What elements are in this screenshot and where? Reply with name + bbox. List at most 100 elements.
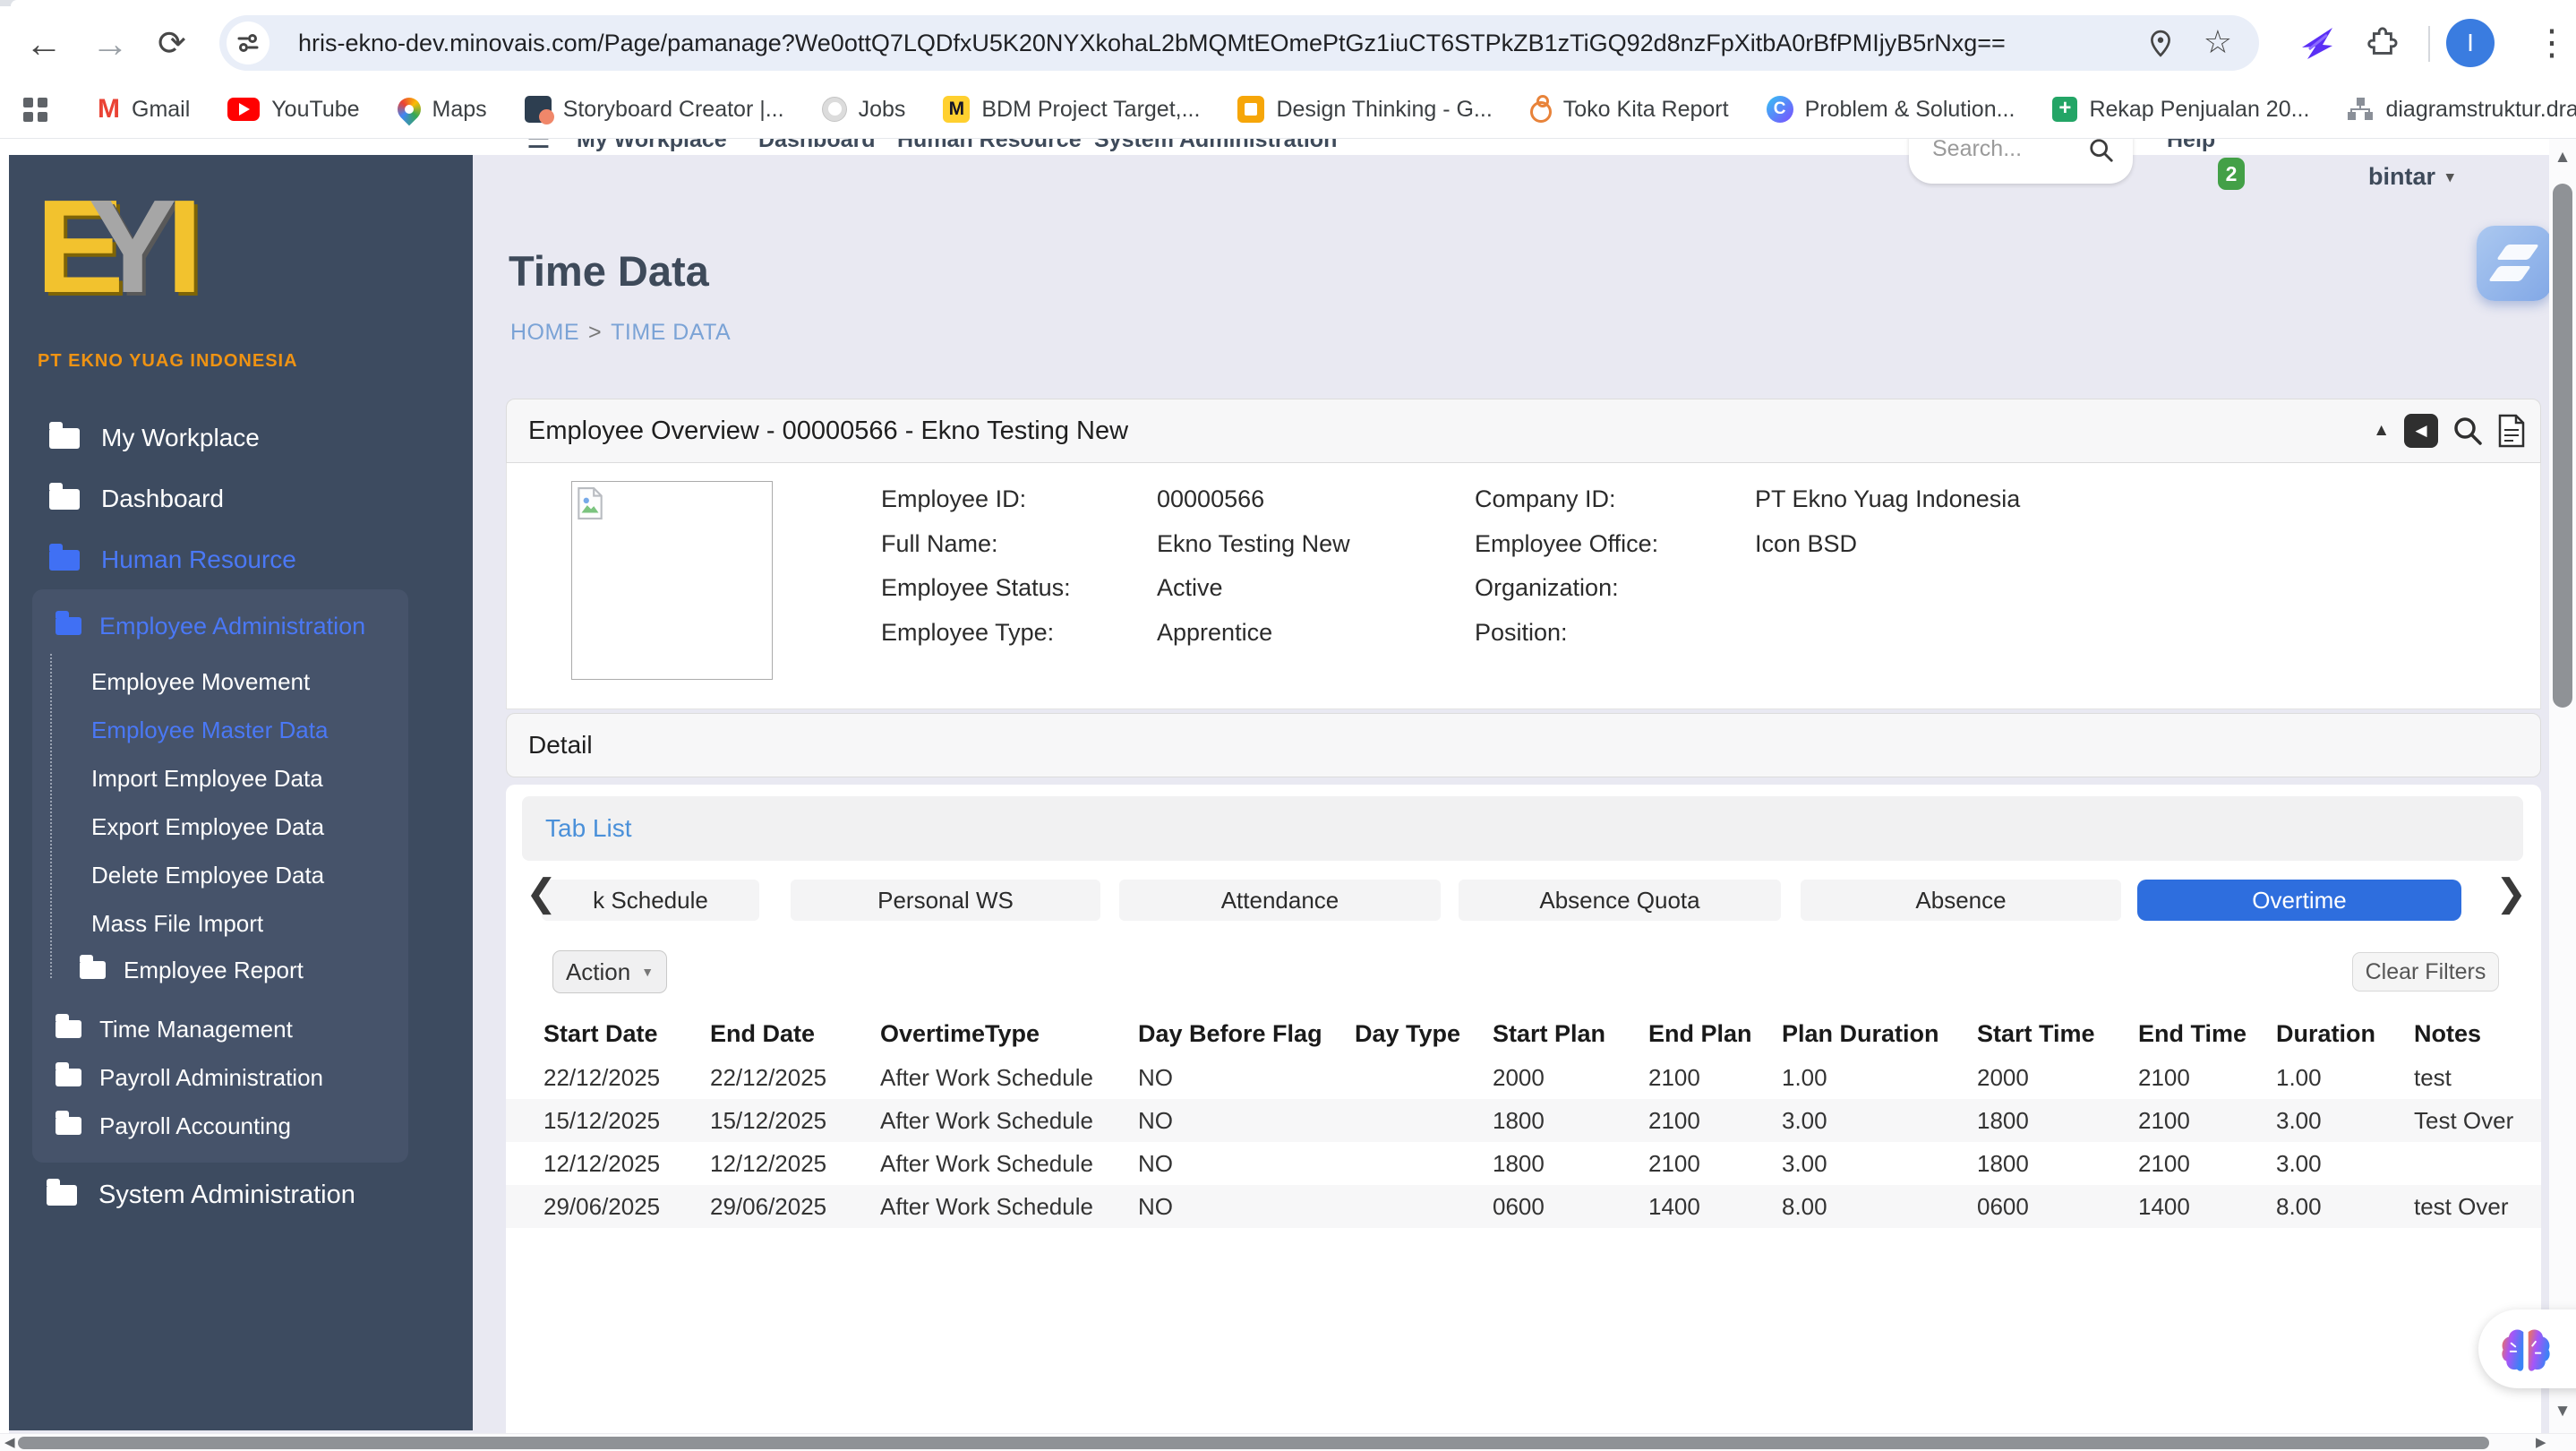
scroll-up-icon[interactable]: ▲ [2549,148,2576,167]
topnav-dashboard[interactable]: Dashboard [758,139,876,153]
detail-panel: Detail [506,713,2541,777]
extensions-puzzle-icon[interactable] [2364,26,2398,64]
table-row[interactable]: 15/12/2025 15/12/2025 After Work Schedule N… [506,1099,2541,1142]
browser-back-button[interactable]: ← [25,24,63,63]
sidebar-item-delete-employee-data[interactable]: Delete Employee Data [91,860,324,890]
sidebar-item-time-management[interactable]: Time Management [56,1010,293,1048]
site-settings-icon[interactable] [227,21,270,64]
tab-absence-quota[interactable]: Absence Quota [1459,880,1781,921]
collapse-panel-icon[interactable]: ▲ [2373,421,2390,441]
sidebar-item-employee-administration[interactable]: Employee Administration [56,607,365,645]
table-row[interactable]: 29/06/2025 29/06/2025 After Work Schedule N… [506,1185,2541,1228]
sidebar-item-system-administration[interactable]: System Administration [47,1176,355,1214]
table-row[interactable]: 12/12/2025 12/12/2025 After Work Schedule N… [506,1142,2541,1185]
sidebar-item-import-employee-data[interactable]: Import Employee Data [91,763,323,794]
column-header[interactable]: Start Plan [1493,1014,1648,1053]
sidebar-item-my-workplace[interactable]: My Workplace [49,419,260,457]
notification-badge[interactable]: 2 [2218,158,2245,190]
tab-overtime[interactable]: Overtime [2137,880,2461,921]
table-row[interactable]: 22/12/2025 22/12/2025 After Work Schedule N… [506,1056,2541,1099]
breadcrumb-home[interactable]: HOME [510,320,579,345]
scroll-down-icon[interactable]: ▼ [2549,1402,2576,1421]
column-header[interactable]: Start Time [1977,1014,2138,1053]
user-menu[interactable]: bintar ▾ [2368,163,2454,191]
tabs-scroll-right-icon[interactable]: ❯ [2495,874,2527,912]
address-bar[interactable]: hris-ekno-dev.minovais.com/Page/pamanage… [219,15,2259,71]
action-button[interactable]: Action ▼ [552,950,667,993]
company-logo[interactable]: EYI [36,152,203,342]
column-header[interactable]: End Plan [1648,1014,1782,1053]
export-document-icon[interactable] [2497,414,2526,448]
previous-record-icon[interactable]: ◀ [2404,414,2438,448]
vertical-scrollbar-thumb[interactable] [2553,184,2572,708]
field-value: PT Ekno Yuag Indonesia [1755,485,2021,512]
sidebar-item-human-resource[interactable]: Human Resource [49,541,296,579]
column-header[interactable]: Plan Duration [1782,1014,1977,1053]
horizontal-scrollbar[interactable]: ◀ ▶ [0,1433,2576,1451]
folder-icon [47,1178,77,1206]
sidebar-item-export-employee-data[interactable]: Export Employee Data [91,811,324,842]
scroll-left-icon[interactable]: ◀ [4,1434,15,1451]
folder-icon [49,543,80,571]
floating-tool-icon[interactable] [2477,226,2552,301]
tabs-scroll-left-icon[interactable]: ❮ [526,874,557,912]
horizontal-scrollbar-thumb[interactable] [18,1437,2489,1449]
apps-grid-icon[interactable] [23,97,47,122]
bookmark-rekap[interactable]: + Rekap Penjualan 20... [2052,97,2309,123]
field-value: Apprentice [1157,619,1273,646]
tab-personal-ws[interactable]: Personal WS [791,880,1100,921]
tab-absence[interactable]: Absence [1801,880,2121,921]
bookmark-storyboard[interactable]: Storyboard Creator |... [524,96,784,124]
global-search-input[interactable]: Search... [1909,139,2133,184]
sidebar-item-payroll-administration[interactable]: Payroll Administration [56,1059,323,1096]
column-header[interactable]: Day Before Flag [1138,1014,1355,1053]
bookmark-gmail[interactable]: M Gmail [98,96,190,123]
column-header[interactable]: Day Type [1355,1014,1493,1053]
minova-extension-icon[interactable] [2297,22,2338,64]
topnav-my-workplace[interactable]: My Workplace [577,139,727,153]
storyboard-icon [524,96,554,124]
column-header[interactable]: Notes [2414,1014,2537,1053]
bookmark-diagram[interactable]: diagramstruktur.dra... [2347,97,2576,123]
column-header[interactable]: Start Date [543,1014,710,1053]
browser-reload-button[interactable]: ⟳ [158,27,186,61]
vertical-scrollbar[interactable]: ▲ ▼ [2549,139,2576,1433]
topnav-human-resource[interactable]: Human Resource [897,139,1082,153]
bookmark-maps[interactable]: Maps [392,92,487,126]
help-link[interactable]: Help [2167,139,2215,153]
sidebar-item-payroll-accounting[interactable]: Payroll Accounting [56,1107,291,1145]
menu-toggle-icon[interactable]: ☰ [526,139,551,153]
bookmark-jobs[interactable]: Jobs [821,97,905,123]
bookmark-toko-kita[interactable]: Toko Kita Report [1529,95,1729,123]
bookmark-design-thinking[interactable]: Design Thinking - G... [1237,96,1493,123]
sidebar-item-dashboard[interactable]: Dashboard [49,480,224,518]
topnav-system-administration[interactable]: System Administration [1094,139,1337,153]
browser-forward-button[interactable]: → [91,24,129,63]
bookmark-problem-solution[interactable]: C Problem & Solution... [1766,96,2015,123]
sheets-icon: + [2052,97,2078,122]
profile-avatar[interactable]: I [2446,19,2495,67]
tab-list-label: Tab List [545,814,632,842]
sidebar-item-employee-movement[interactable]: Employee Movement [91,666,310,697]
scroll-right-icon[interactable]: ▶ [2536,1434,2546,1451]
sidebar-item-mass-file-import[interactable]: Mass File Import [91,908,263,939]
column-header[interactable]: Duration [2276,1014,2414,1053]
column-header[interactable]: End Date [710,1014,880,1053]
bookmark-star-icon[interactable]: ☆ [2204,15,2232,69]
tab-attendance[interactable]: Attendance [1119,880,1441,921]
sidebar-item-employee-report[interactable]: Employee Report [80,955,304,985]
column-header[interactable]: OvertimeType [880,1014,1138,1053]
sidebar-item-employee-master-data[interactable]: Employee Master Data [91,715,328,745]
column-header[interactable]: End Time [2138,1014,2276,1053]
location-icon[interactable] [2148,30,2173,63]
field-value: Icon BSD [1755,530,1858,557]
ai-assistant-button[interactable] [2478,1309,2576,1388]
search-record-icon[interactable] [2452,416,2483,446]
bookmark-bdm[interactable]: M BDM Project Target,... [943,96,1200,123]
tab-work-schedule[interactable]: k Schedule [542,880,759,921]
search-icon[interactable] [2088,139,2115,164]
table-cell: 1.00 [2276,1064,2322,1091]
browser-menu-icon[interactable]: ⋮ [2534,13,2570,73]
bookmark-youtube[interactable]: YouTube [227,97,360,123]
clear-filters-button[interactable]: Clear Filters [2352,952,2499,992]
